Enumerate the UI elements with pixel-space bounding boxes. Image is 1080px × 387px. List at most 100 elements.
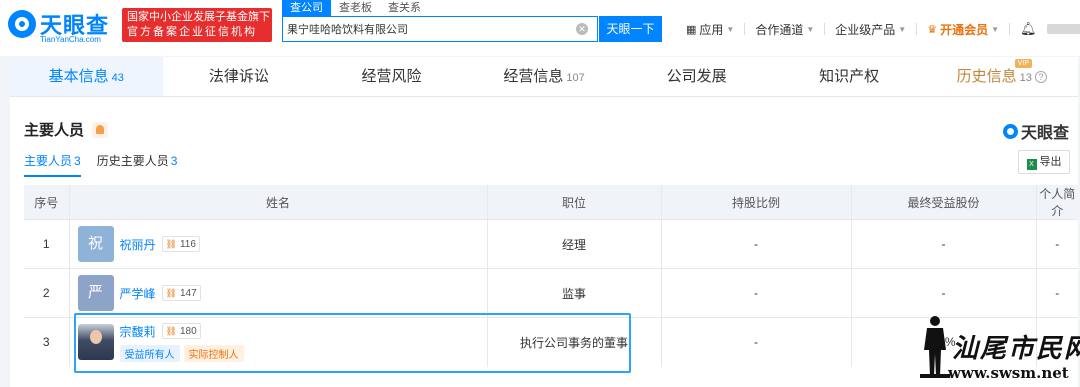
related-company-badge[interactable]: ⛓ 147	[161, 285, 201, 301]
nav-divider	[824, 23, 826, 35]
nav-vip[interactable]: ♛ 开通会员 ▼	[927, 21, 999, 38]
nav-divider	[744, 23, 746, 35]
tianyancha-logo[interactable]: 天眼查 TianYanCha.com	[8, 8, 120, 46]
help-icon[interactable]: ?	[1034, 71, 1047, 84]
row-shareholding: -	[661, 317, 852, 367]
row-bio: -	[1036, 268, 1078, 318]
row-bio: -	[1036, 219, 1078, 269]
row-position: 经理	[487, 219, 662, 269]
col-position: 职位	[487, 185, 662, 220]
tab-business-risk[interactable]: 经营风险	[315, 57, 468, 96]
main-tabs: 基本信息 43 法律诉讼 经营风险 经营信息 107 公司发展 知识产权 VIP 历…	[10, 57, 1078, 97]
tab-history-info[interactable]: VIP 历史信息 13?	[925, 57, 1078, 96]
related-company-badge[interactable]: ⛓ 180	[161, 323, 201, 340]
nav-apps[interactable]: ▦ 应用 ▼	[686, 21, 734, 38]
avatar[interactable]: 祝	[77, 226, 114, 262]
row-shareholding: -	[661, 268, 852, 318]
related-count: 180	[179, 325, 197, 337]
section-title: 主要人员	[24, 119, 109, 140]
tab-label: 知识产权	[819, 68, 880, 85]
section-title-text: 主要人员	[24, 122, 85, 139]
tab-count: 13	[1019, 72, 1032, 84]
row-index: 3	[24, 317, 70, 367]
gov-badge[interactable]: 国家中小企业发展子基金旗下 官方备案企业征信机构	[122, 8, 272, 42]
subtab-main-personnel[interactable]: 主要人员 3	[24, 152, 81, 177]
table-row: 2 严 严学峰 ⛓ 147 监事 - - -	[24, 268, 1078, 318]
person-name-link[interactable]: 祝丽丹	[120, 236, 156, 253]
gov-badge-line1: 国家中小企业发展子基金旗下	[127, 11, 270, 23]
user-account[interactable]	[1046, 24, 1080, 34]
tab-search-relation[interactable]: 查关系	[380, 0, 429, 16]
logo-eye-icon	[8, 10, 36, 38]
row-name-cell: 祝 祝丽丹 ⛓ 116	[69, 219, 488, 269]
nav-channel-label: 合作通道	[755, 22, 804, 37]
excel-icon: X	[1026, 159, 1037, 170]
row-shareholding: -	[661, 219, 852, 269]
tab-business-info[interactable]: 经营信息 107	[468, 57, 621, 96]
search-type-tabs: 查公司 查老板 查关系	[282, 0, 429, 16]
chevron-down-icon: ▼	[806, 24, 815, 34]
tab-search-company[interactable]: 查公司	[282, 0, 331, 16]
nav-vip-label: 开通会员	[940, 22, 989, 37]
subtab-history-personnel[interactable]: 历史主要人员 3	[97, 152, 178, 177]
nav-channel[interactable]: 合作通道 ▼	[755, 21, 814, 38]
tag-beneficial-owner[interactable]: 受益所有人	[119, 344, 180, 362]
tab-label: 经营信息	[503, 68, 564, 85]
related-count: 147	[179, 287, 197, 299]
clear-icon[interactable]: ✕	[576, 23, 588, 35]
network-icon: ⛓	[165, 287, 177, 298]
tab-basic-info[interactable]: 基本信息 43	[10, 57, 163, 96]
export-label: 导出	[1039, 156, 1062, 168]
tab-company-development[interactable]: 公司发展	[620, 57, 773, 96]
related-count: 116	[179, 238, 196, 250]
row-name-cell: 严 严学峰 ⛓ 147	[69, 268, 488, 318]
search-input[interactable]	[287, 17, 572, 41]
tab-label: 经营风险	[361, 68, 422, 85]
subtab-label: 历史主要人员	[96, 154, 169, 168]
vip-tag: VIP	[1014, 59, 1033, 68]
search-button[interactable]: 天眼一下	[599, 16, 662, 42]
related-company-badge[interactable]: ⛓ 116	[161, 236, 200, 252]
table-row: 1 祝 祝丽丹 ⛓ 116 经理 - - -	[24, 219, 1078, 269]
tab-lawsuits[interactable]: 法律诉讼	[163, 57, 316, 96]
row-position: 执行公司事务的董事	[487, 317, 662, 367]
subtab-count: 3	[170, 154, 178, 168]
brand-watermark: 天眼查	[1003, 119, 1069, 143]
tab-intellectual-property[interactable]: 知识产权	[773, 57, 926, 96]
chevron-down-icon: ▼	[726, 24, 735, 34]
col-index: 序号	[24, 185, 70, 220]
nav-enterprise[interactable]: 企业级产品 ▼	[835, 21, 906, 38]
logo-subtitle: TianYanCha.com	[40, 35, 101, 44]
chevron-down-icon: ▼	[991, 24, 1000, 34]
col-shareholding[interactable]: 持股比例	[661, 185, 852, 220]
logo-eye-icon	[1003, 123, 1018, 139]
crown-icon: ♛	[927, 23, 938, 36]
col-name: 姓名	[69, 185, 488, 220]
subtab-count: 3	[74, 154, 81, 168]
nav-apps-label: 应用	[699, 22, 724, 37]
site-watermark: 汕尾市民网 www.swsm.net	[918, 314, 1080, 386]
col-bio: 个人简介	[1036, 185, 1078, 220]
search-box: ✕	[282, 16, 598, 42]
bell-icon[interactable]: 🔔︎	[1020, 21, 1037, 37]
col-final-benefit[interactable]: 最终受益股份	[851, 185, 1037, 220]
row-final-benefit: -	[851, 219, 1037, 269]
chevron-down-icon: ▼	[898, 24, 907, 34]
standing-figure-icon	[920, 316, 950, 378]
grid-icon: ▦	[686, 23, 697, 36]
person-name-link[interactable]: 宗馥莉	[120, 323, 156, 340]
tag-actual-controller[interactable]: 实际控制人	[183, 344, 244, 362]
row-position: 监事	[487, 268, 662, 318]
gov-badge-line2: 官方备案企业征信机构	[127, 26, 257, 38]
nav-divider	[1009, 23, 1011, 35]
tab-label: 法律诉讼	[208, 68, 269, 85]
tab-search-boss[interactable]: 查老板	[331, 0, 380, 16]
avatar-photo[interactable]	[77, 324, 114, 361]
avatar[interactable]: 严	[77, 275, 114, 311]
top-header: 天眼查 TianYanCha.com 国家中小企业发展子基金旗下 官方备案企业征…	[0, 0, 1080, 56]
watermark-text: 汕尾市民网	[952, 334, 1080, 364]
export-button[interactable]: X 导出	[1018, 150, 1070, 174]
person-name-link[interactable]: 严学峰	[120, 285, 156, 302]
bell-alert-icon[interactable]	[92, 121, 109, 138]
sub-tabs: 主要人员 3 历史主要人员 3	[24, 152, 193, 177]
